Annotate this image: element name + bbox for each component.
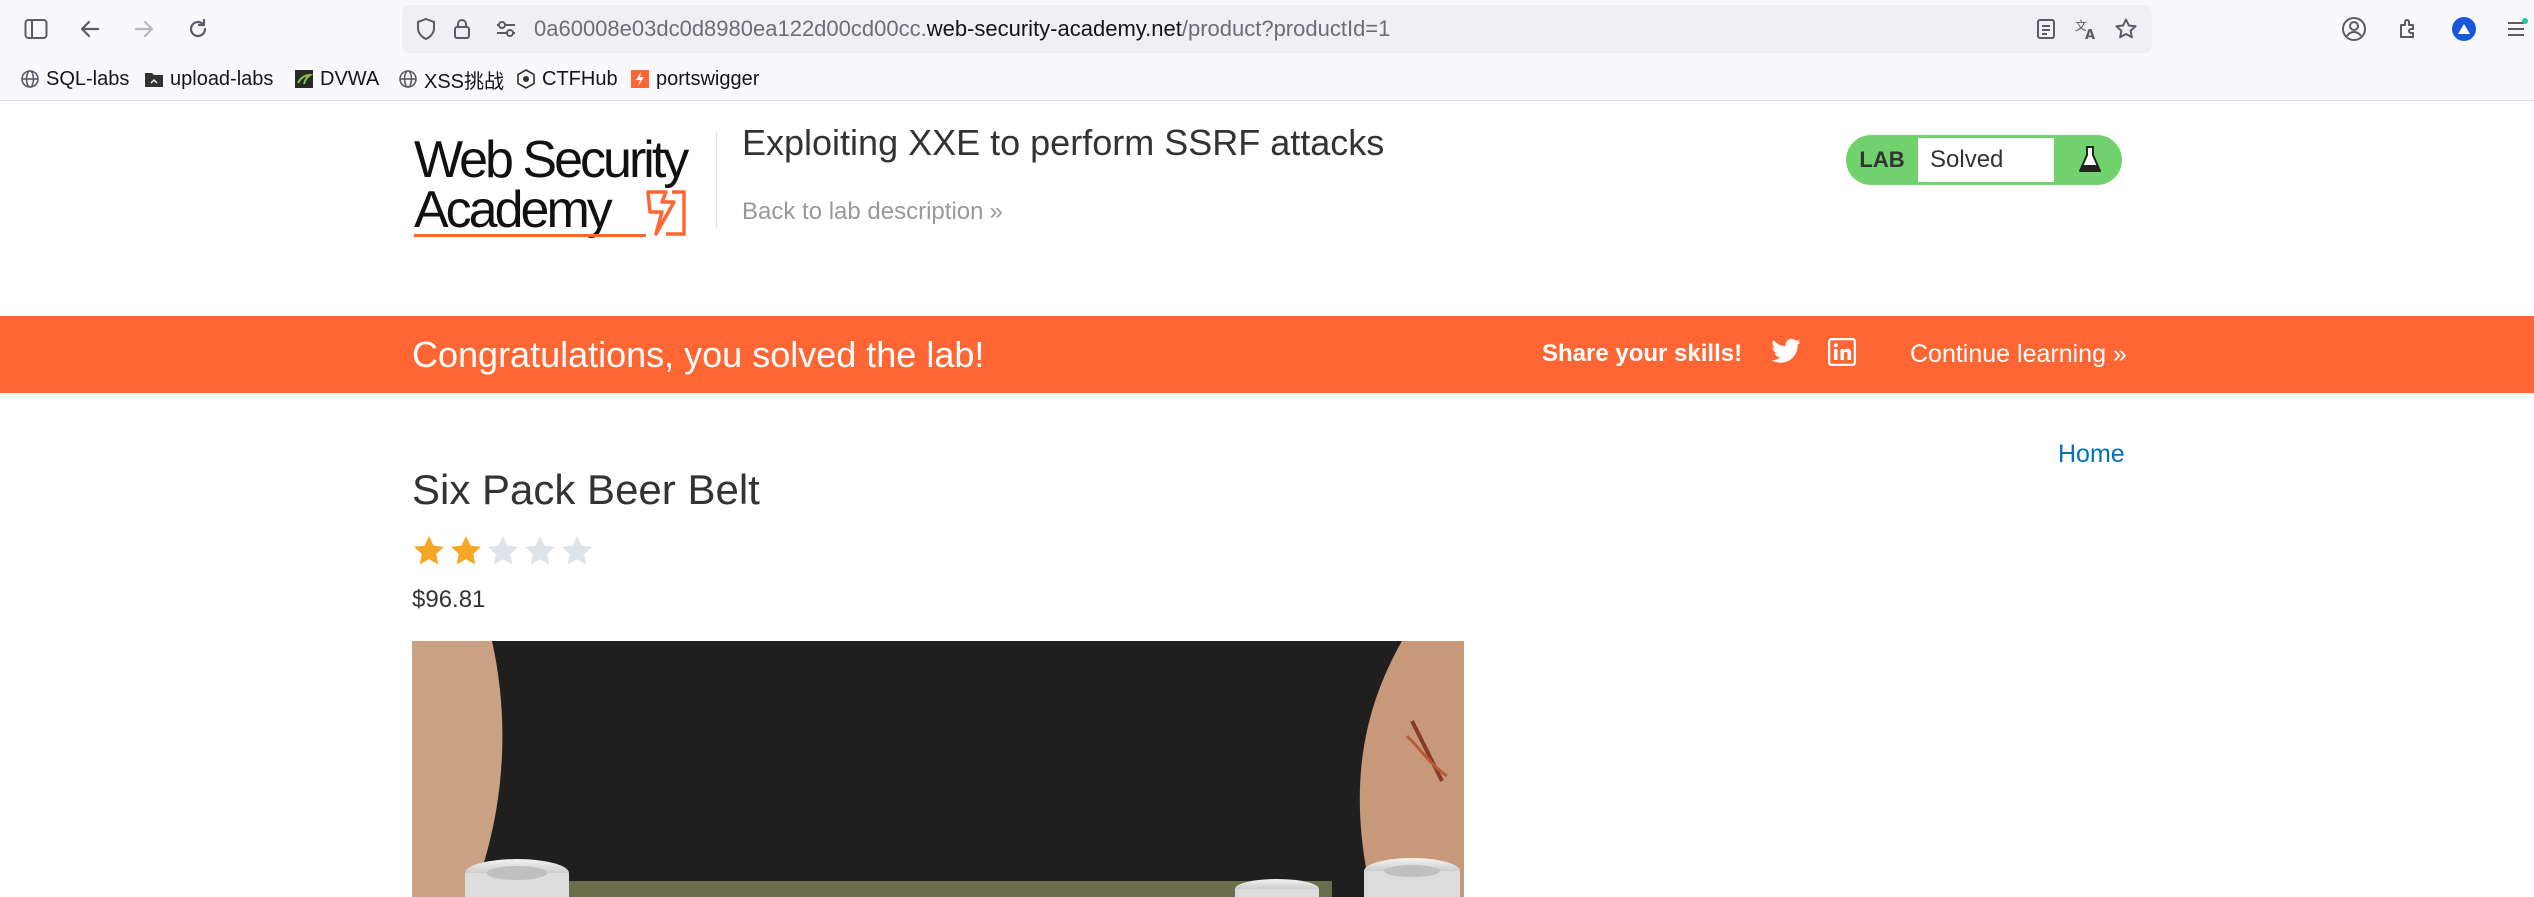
logo-underline: [414, 234, 646, 237]
shield-icon[interactable]: [414, 17, 438, 41]
back-to-lab-description-link[interactable]: Back to lab description»: [742, 198, 1003, 226]
bookmark-dvwa[interactable]: DVWA: [294, 66, 379, 92]
vpn-extension-icon[interactable]: [2448, 13, 2480, 45]
extensions-icon[interactable]: [2392, 13, 2424, 45]
portswigger-favicon-icon: [630, 69, 650, 89]
continue-learning-link[interactable]: Continue learning »: [1910, 340, 2127, 369]
share-skills-label: Share your skills!: [1542, 340, 1743, 367]
linkedin-icon[interactable]: [1827, 337, 1858, 368]
bookmark-label: XSS挑战: [424, 70, 505, 93]
bookmark-label: upload-labs: [170, 67, 274, 90]
browser-toolbar: 0a60008e03dc0d8980ea122d00cd00cc.web-sec…: [0, 0, 2534, 58]
lab-status-widget: LAB Solved: [1846, 135, 2122, 185]
bookmarks-bar: SQL-labs upload-labs DVWA XSS挑战 CTFHub p…: [0, 58, 2534, 101]
sidebar-toggle-icon[interactable]: [20, 13, 52, 45]
header-divider: [716, 132, 717, 228]
continue-learning-label: Continue learning: [1910, 340, 2106, 368]
star-empty-icon: [488, 536, 518, 565]
star-filled-icon: [414, 536, 444, 565]
dvwa-favicon-icon: [294, 69, 314, 89]
url-prefix: 0a60008e03dc0d8980ea122d00cd00cc.: [534, 16, 927, 41]
twitter-icon[interactable]: [1770, 338, 1802, 370]
lab-title: Exploiting XXE to perform SSRF attacks: [742, 122, 1385, 163]
ctfhub-favicon-icon: [516, 69, 536, 89]
forward-arrow-icon[interactable]: [128, 13, 160, 45]
congratulations-message: Congratulations, you solved the lab!: [412, 334, 985, 375]
bookmark-upload-labs[interactable]: upload-labs: [144, 66, 273, 92]
bookmark-xss[interactable]: XSS挑战: [398, 66, 505, 93]
product-rating: [412, 534, 597, 568]
beer-can: [465, 859, 569, 897]
logo-bolt-icon: [646, 190, 686, 236]
address-bar[interactable]: 0a60008e03dc0d8980ea122d00cd00cc.web-sec…: [402, 5, 2152, 53]
url-text[interactable]: 0a60008e03dc0d8980ea122d00cd00cc.web-sec…: [534, 17, 1390, 41]
bookmark-portswigger[interactable]: portswigger: [630, 66, 759, 92]
globe-icon: [20, 69, 40, 89]
svg-text:A: A: [2085, 28, 2095, 41]
double-chevron-right-icon: »: [989, 198, 1003, 225]
double-chevron-right-icon: »: [2105, 340, 2127, 368]
star-empty-icon: [562, 536, 592, 565]
url-path: /product?productId=1: [1181, 16, 1391, 41]
lock-icon[interactable]: [450, 17, 474, 41]
web-security-academy-logo[interactable]: Web Security Academy: [414, 132, 714, 244]
product-image: [412, 641, 1464, 897]
back-arrow-icon[interactable]: [74, 13, 106, 45]
translate-icon[interactable]: 文A: [2074, 17, 2098, 41]
bookmark-label: SQL-labs: [46, 67, 130, 90]
back-link-label: Back to lab description: [742, 198, 984, 225]
lab-status-label: Solved: [1918, 138, 2054, 182]
account-icon[interactable]: [2338, 13, 2370, 45]
bookmark-ctfhub[interactable]: CTFHub: [516, 66, 618, 92]
folder-icon: [144, 69, 164, 89]
flask-icon: [2058, 135, 2122, 185]
bookmark-label: DVWA: [320, 67, 380, 90]
solved-banner: Congratulations, you solved the lab! Sha…: [0, 316, 2534, 393]
lab-tag: LAB: [1859, 147, 1905, 172]
star-empty-icon: [525, 536, 555, 565]
bookmark-star-icon[interactable]: [2114, 17, 2138, 41]
reader-view-icon[interactable]: [2034, 17, 2058, 41]
bookmark-label: CTFHub: [542, 67, 618, 90]
bookmark-sql-labs[interactable]: SQL-labs: [20, 66, 129, 92]
product-title: Six Pack Beer Belt: [412, 466, 760, 513]
product-price: $96.81: [412, 586, 486, 613]
menu-icon[interactable]: [2500, 13, 2532, 45]
beer-can: [1364, 858, 1460, 897]
url-host: web-security-academy.net: [926, 16, 1182, 41]
logo-text-line1: Web Security: [414, 131, 689, 189]
star-filled-icon: [451, 536, 481, 565]
home-link[interactable]: Home: [2058, 440, 2125, 469]
beer-belt-photo: [412, 641, 1464, 897]
bookmark-label: portswigger: [656, 67, 760, 90]
reload-icon[interactable]: [182, 13, 214, 45]
globe-icon: [398, 69, 418, 89]
site-permissions-icon[interactable]: [494, 17, 518, 41]
logo-text-line2: Academy: [414, 181, 613, 239]
